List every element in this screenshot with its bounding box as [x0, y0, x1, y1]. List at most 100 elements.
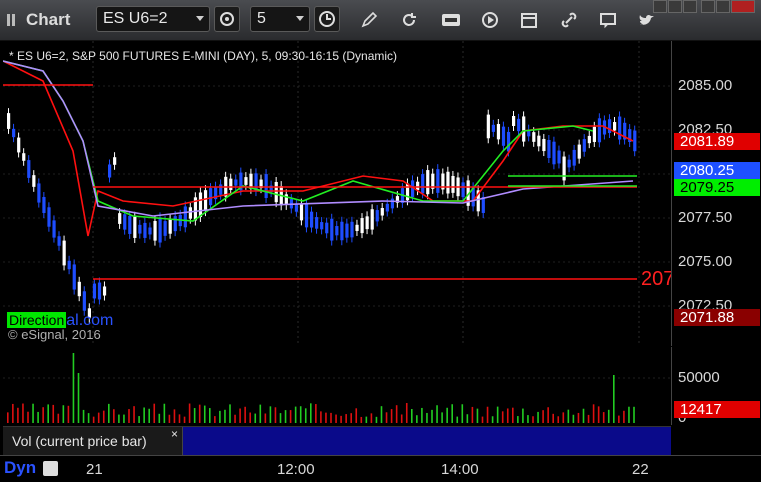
volume-axis[interactable]: 50000 0 12417	[671, 347, 761, 426]
candle-body	[512, 115, 516, 127]
symbol-settings-button[interactable]	[214, 6, 240, 32]
volume-bar	[481, 416, 484, 423]
play-icon	[482, 12, 498, 28]
candle-body	[491, 124, 495, 132]
volume-bar	[72, 353, 75, 423]
volume-bar	[32, 403, 34, 423]
volume-bar	[143, 407, 145, 423]
chart-caption: * ES U6=2, S&P 500 FUTURES E-MINI (DAY),…	[9, 49, 398, 63]
volume-bar	[67, 405, 70, 423]
volume-bar	[92, 416, 95, 423]
time-tick: 22	[632, 461, 649, 478]
candle-body	[340, 221, 344, 241]
twitter-icon	[639, 14, 654, 25]
symbol-settings-icon	[220, 12, 234, 26]
window-grip-icon[interactable]	[6, 13, 20, 27]
volume-bar	[269, 406, 272, 423]
volume-bar	[431, 409, 433, 423]
volume-bar	[108, 403, 110, 423]
volume-bar	[7, 412, 9, 423]
candle-body	[350, 221, 354, 238]
volume-bar	[138, 416, 140, 423]
candle-body	[92, 283, 97, 299]
volume-bar	[279, 413, 282, 423]
link-button[interactable]	[556, 7, 582, 33]
volume-bar	[77, 373, 80, 423]
candle-body	[310, 211, 314, 228]
interval-combo[interactable]: 5	[250, 6, 310, 32]
candle-body	[481, 196, 485, 213]
candle-body	[153, 221, 157, 241]
volume-bar	[315, 404, 317, 423]
candle-body	[234, 179, 238, 186]
volume-bar	[118, 414, 120, 423]
dynamic-label[interactable]: Dyn	[4, 458, 36, 478]
calendar-button[interactable]	[516, 7, 542, 33]
candle-body	[567, 159, 571, 168]
close-icon[interactable]: ×	[171, 427, 178, 441]
volume-bar	[532, 416, 534, 423]
symbol-combo[interactable]: ES U6=2	[96, 6, 210, 32]
close-icon[interactable]	[731, 0, 755, 13]
time-template-button[interactable]	[314, 6, 340, 32]
candle-body	[264, 174, 268, 199]
get-button[interactable]	[438, 7, 464, 33]
candle-body	[592, 126, 596, 142]
price-plot[interactable]	[3, 41, 671, 346]
interval-input[interactable]: 5	[257, 10, 266, 28]
volume-bar	[471, 406, 474, 423]
minimize-icon[interactable]	[701, 0, 715, 13]
pin-icon[interactable]	[683, 0, 697, 13]
candle-body	[47, 207, 51, 227]
volume-bar	[557, 416, 560, 423]
restore-icon[interactable]	[668, 0, 682, 13]
volume-bar	[582, 408, 585, 423]
candle-body	[32, 175, 36, 187]
volume-bar	[304, 408, 307, 423]
refresh-button[interactable]	[396, 7, 422, 33]
chevron-down-icon[interactable]	[196, 16, 204, 21]
time-axis[interactable]: Dyn 21 12:00 14:00 22	[0, 455, 761, 482]
comment-button[interactable]	[595, 7, 621, 33]
volume-bar	[436, 405, 438, 423]
volume-bar	[395, 405, 398, 423]
candle-body	[203, 190, 208, 212]
candle-body	[421, 174, 425, 194]
volume-bar	[219, 410, 221, 423]
candle-body	[633, 130, 637, 152]
volume-plot[interactable]	[3, 347, 671, 425]
candle-body	[183, 206, 187, 228]
volume-bar	[491, 416, 494, 423]
volume-bar	[466, 414, 469, 423]
volume-bar	[330, 412, 332, 423]
candle-body	[496, 124, 501, 140]
volume-bar	[52, 404, 55, 423]
volume-bar	[229, 404, 231, 423]
volume-bar	[203, 405, 206, 423]
draw-tool-button[interactable]	[356, 7, 382, 33]
lock-icon[interactable]	[43, 461, 58, 476]
candle-body	[517, 118, 521, 132]
volume-bar	[567, 409, 570, 423]
volume-bar	[375, 416, 378, 423]
volume-bar	[547, 407, 549, 423]
volume-bar	[572, 414, 575, 423]
play-button[interactable]	[477, 7, 503, 33]
volume-bar	[587, 414, 590, 423]
volume-bar	[259, 404, 262, 423]
link-icon	[561, 12, 577, 28]
candle-body	[118, 213, 122, 224]
help-icon[interactable]	[653, 0, 667, 13]
volume-bar	[294, 406, 297, 423]
volume-bar	[618, 415, 620, 423]
line-price-label: 207	[641, 268, 675, 290]
chevron-down-icon[interactable]	[296, 16, 304, 21]
maximize-icon[interactable]	[716, 0, 730, 13]
volume-study-label[interactable]: Vol (current price bar)	[3, 427, 183, 455]
price-axis[interactable]: 2085.00 2082.50 2077.50 2075.00 2072.50 …	[671, 41, 761, 346]
candle-body	[607, 119, 612, 134]
candle-body	[532, 132, 536, 142]
volume-study-bar: Vol (current price bar) ×	[3, 426, 671, 455]
price-tag-2079: 2079.25	[674, 179, 760, 196]
symbol-input[interactable]: ES U6=2	[103, 10, 167, 28]
